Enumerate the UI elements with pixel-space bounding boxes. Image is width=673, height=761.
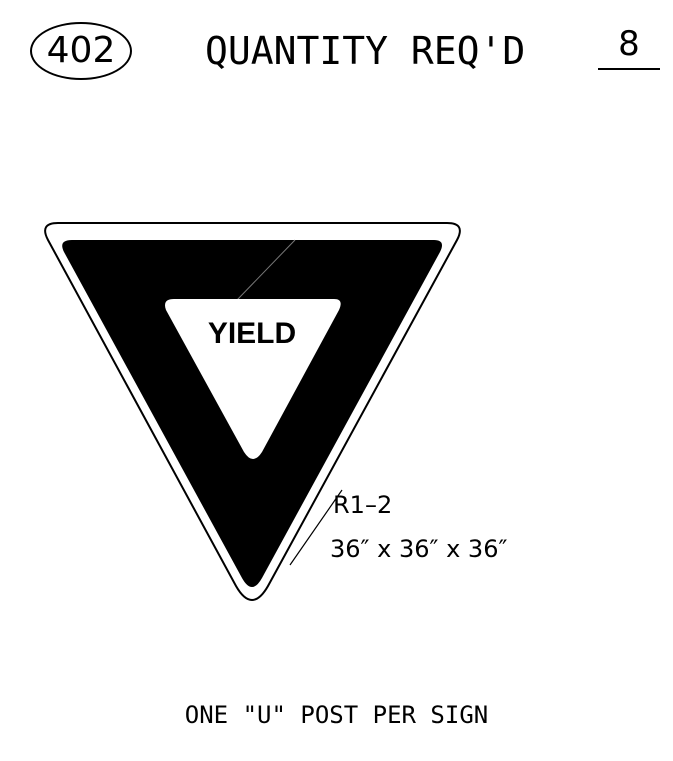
post-note: ONE "U" POST PER SIGN xyxy=(184,701,489,729)
yield-sign: YIELD xyxy=(44,222,461,601)
yield-legend-text: YIELD xyxy=(208,317,296,350)
sign-code: R1–2 xyxy=(333,491,393,519)
sign-dimensions: 36″ x 36″ x 36″ xyxy=(330,535,508,563)
